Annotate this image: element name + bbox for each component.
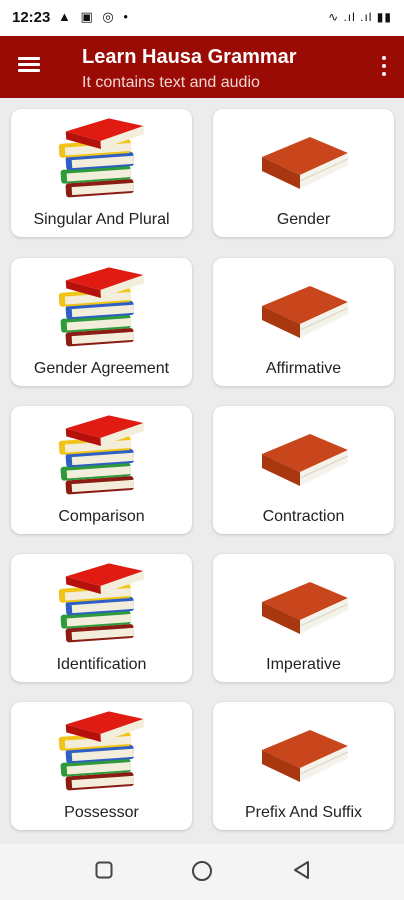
topic-card-imperative[interactable]: Imperative [213,554,394,682]
topic-label: Possessor [64,804,139,821]
topic-card-contraction[interactable]: Contraction [213,406,394,534]
topic-card-affirmative[interactable]: Affirmative [213,258,394,386]
topic-label: Comparison [58,508,145,525]
topic-label: Gender Agreement [33,360,170,377]
book-stack-icon [58,415,144,495]
book-icon [261,434,348,486]
topic-label: Contraction [262,508,345,525]
more-options-icon[interactable] [378,56,390,80]
book-icon [261,286,348,338]
home-icon[interactable] [191,860,213,882]
clock: 12:23 [12,9,51,26]
status-bar: 12:23 ▲ ▣ ◎ • ∿ .ıl .ıl ▮▮ [0,0,404,36]
book-icon [261,137,348,189]
system-nav-bar [0,844,404,900]
topic-card-gender-agreement[interactable]: Gender Agreement [11,258,192,386]
system-icons: ∿ .ıl .ıl ▮▮ [328,10,392,24]
topic-label: Gender [276,211,331,228]
book-icon [261,582,348,634]
app-subtitle: It contains text and audio [82,74,260,91]
topic-grid: Singular And Plural Gender Gender Agreem… [0,98,404,844]
book-stack-icon [58,563,144,643]
topic-card-possessor[interactable]: Possessor [11,702,192,830]
recents-icon[interactable] [94,860,114,880]
app-title: Learn Hausa Grammar [82,46,297,68]
topic-card-identification[interactable]: Identification [11,554,192,682]
book-stack-icon [58,118,144,198]
back-icon[interactable] [292,860,312,880]
book-stack-icon [58,711,144,791]
topic-label: Singular And Plural [33,211,170,228]
topic-card-comparison[interactable]: Comparison [11,406,192,534]
app-bar: Learn Hausa Grammar It contains text and… [0,36,404,98]
topic-label: Prefix And Suffix [244,804,363,821]
topic-label: Affirmative [265,360,342,377]
topic-label: Identification [56,656,147,673]
notification-icons: ▲ ▣ ◎ • [58,9,131,24]
topic-card-singular-and-plural[interactable]: Singular And Plural [11,109,192,237]
book-stack-icon [58,267,144,347]
topic-label: Imperative [266,656,341,673]
topic-card-prefix-and-suffix[interactable]: Prefix And Suffix [213,702,394,830]
book-icon [261,730,348,782]
menu-icon[interactable] [18,54,46,80]
topic-card-gender[interactable]: Gender [213,109,394,237]
